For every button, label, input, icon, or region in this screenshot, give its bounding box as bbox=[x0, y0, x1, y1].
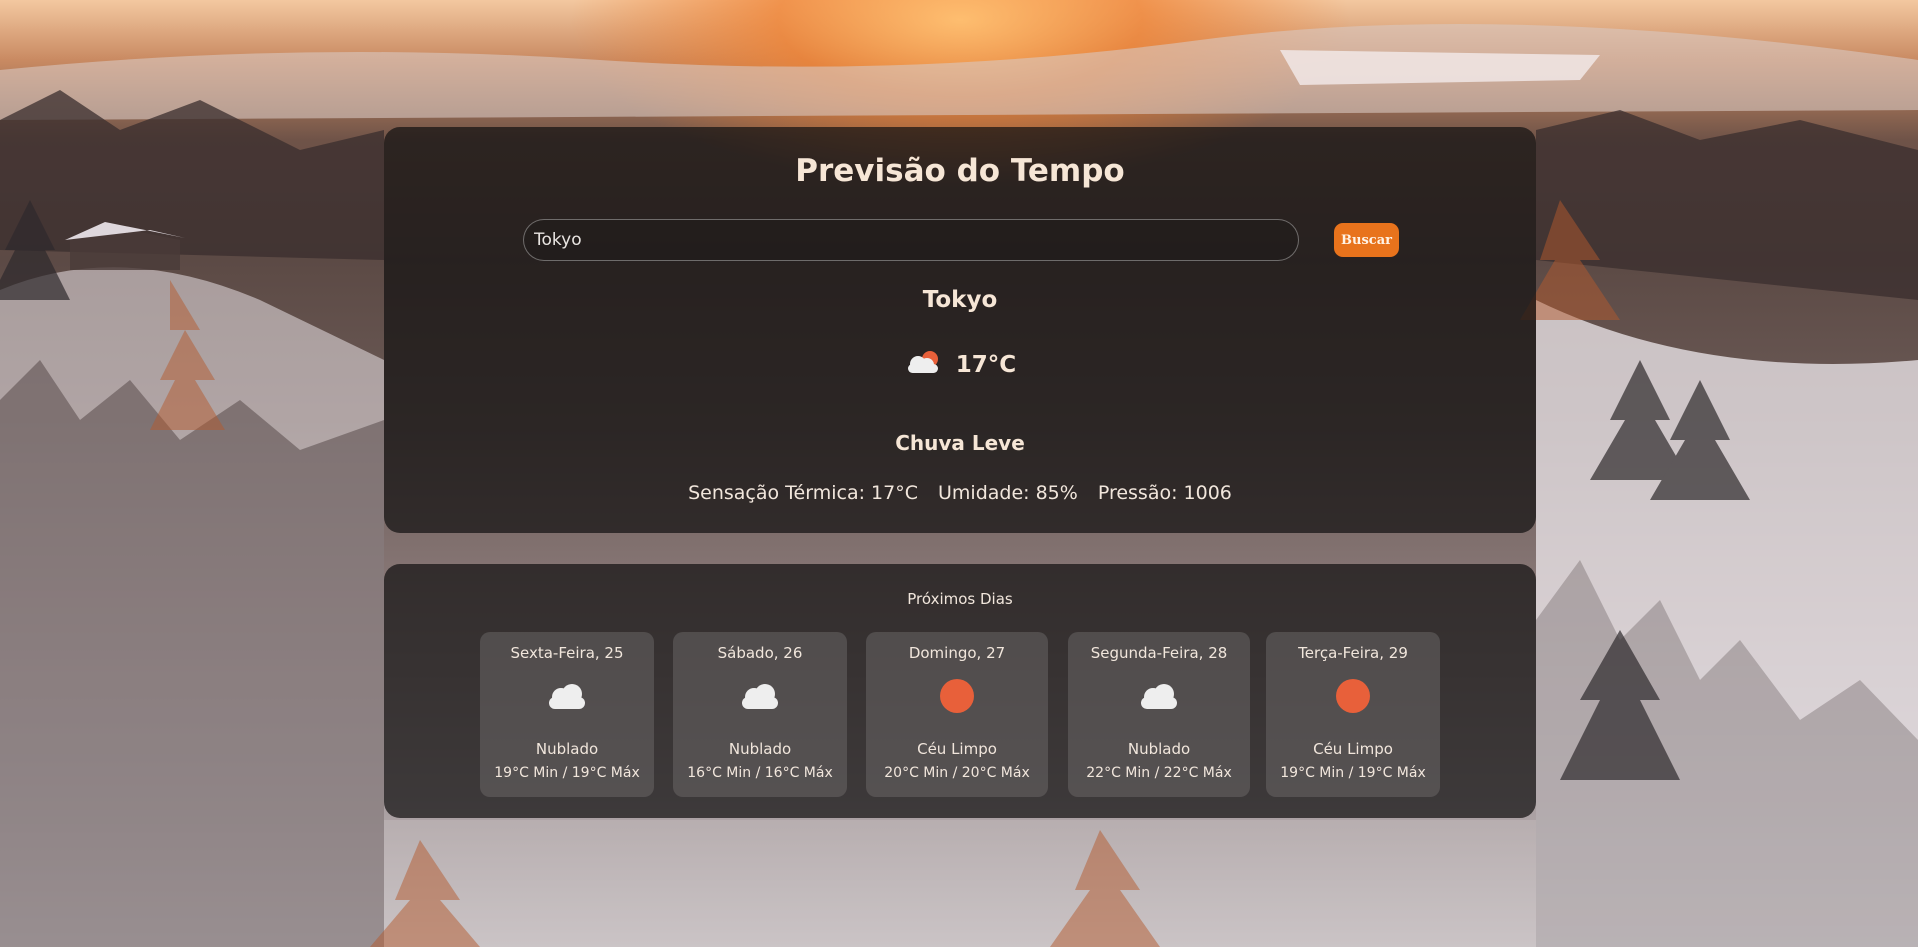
forecast-day-range: 19°C Min / 19°C Máx bbox=[1280, 765, 1426, 781]
forecast-day-range: 19°C Min / 19°C Máx bbox=[494, 765, 640, 781]
forecast-day-condition: Nublado bbox=[535, 740, 599, 758]
forecast-day: Sexta-Feira, 25 Nublado 19°C Min / 19°C … bbox=[480, 632, 654, 797]
forecast-day-condition: Nublado bbox=[728, 740, 792, 758]
forecast-day-range: 20°C Min / 20°C Máx bbox=[884, 765, 1030, 781]
forecast-day-name: Sexta-Feira, 25 bbox=[510, 644, 624, 662]
forecast-day: Domingo, 27 Céu Limpo 20°C Min / 20°C Má… bbox=[866, 632, 1048, 797]
forecast-day-range: 16°C Min / 16°C Máx bbox=[687, 765, 833, 781]
forecast-day: Segunda-Feira, 28 Nublado 22°C Min / 22°… bbox=[1068, 632, 1250, 797]
sun-icon bbox=[1266, 679, 1440, 716]
feels-like: Sensação Térmica: 17°C bbox=[688, 482, 918, 504]
forecast-day-range: 22°C Min / 22°C Máx bbox=[1086, 765, 1232, 781]
cloud-icon bbox=[1068, 682, 1250, 712]
cloud-sun-icon bbox=[904, 349, 942, 381]
cloud-icon bbox=[480, 682, 654, 712]
forecast-heading: Próximos Dias bbox=[907, 590, 1013, 608]
sun-icon bbox=[866, 679, 1048, 716]
weather-details: Sensação Térmica: 17°C Umidade: 85% Pres… bbox=[384, 482, 1536, 504]
forecast-day-condition: Céu Limpo bbox=[917, 740, 997, 758]
forecast-day-name: Terça-Feira, 29 bbox=[1298, 644, 1408, 662]
page-title: Previsão do Tempo bbox=[795, 153, 1125, 189]
current-weather-card: Previsão do Tempo Buscar Tokyo 17°C Chuv… bbox=[384, 127, 1536, 533]
current-temperature: 17°C bbox=[955, 352, 1017, 378]
pressure: Pressão: 1006 bbox=[1097, 482, 1232, 504]
forecast-day: Terça-Feira, 29 Céu Limpo 19°C Min / 19°… bbox=[1266, 632, 1440, 797]
forecast-day-condition: Céu Limpo bbox=[1313, 740, 1393, 758]
forecast-day-name: Domingo, 27 bbox=[908, 644, 1006, 662]
humidity: Umidade: 85% bbox=[938, 482, 1078, 504]
cloud-icon bbox=[673, 682, 847, 712]
city-name: Tokyo bbox=[922, 287, 998, 313]
forecast-day: Sábado, 26 Nublado 16°C Min / 16°C Máx bbox=[673, 632, 847, 797]
forecast-card: Próximos Dias Sexta-Feira, 25 Nublado 19… bbox=[384, 564, 1536, 818]
search-button[interactable]: Buscar bbox=[1334, 223, 1399, 257]
temperature-row: 17°C bbox=[384, 349, 1536, 381]
city-search-input[interactable] bbox=[523, 219, 1299, 261]
forecast-day-name: Segunda-Feira, 28 bbox=[1090, 644, 1228, 662]
weather-condition: Chuva Leve bbox=[895, 431, 1025, 455]
forecast-day-name: Sábado, 26 bbox=[717, 644, 803, 662]
forecast-day-condition: Nublado bbox=[1127, 740, 1191, 758]
